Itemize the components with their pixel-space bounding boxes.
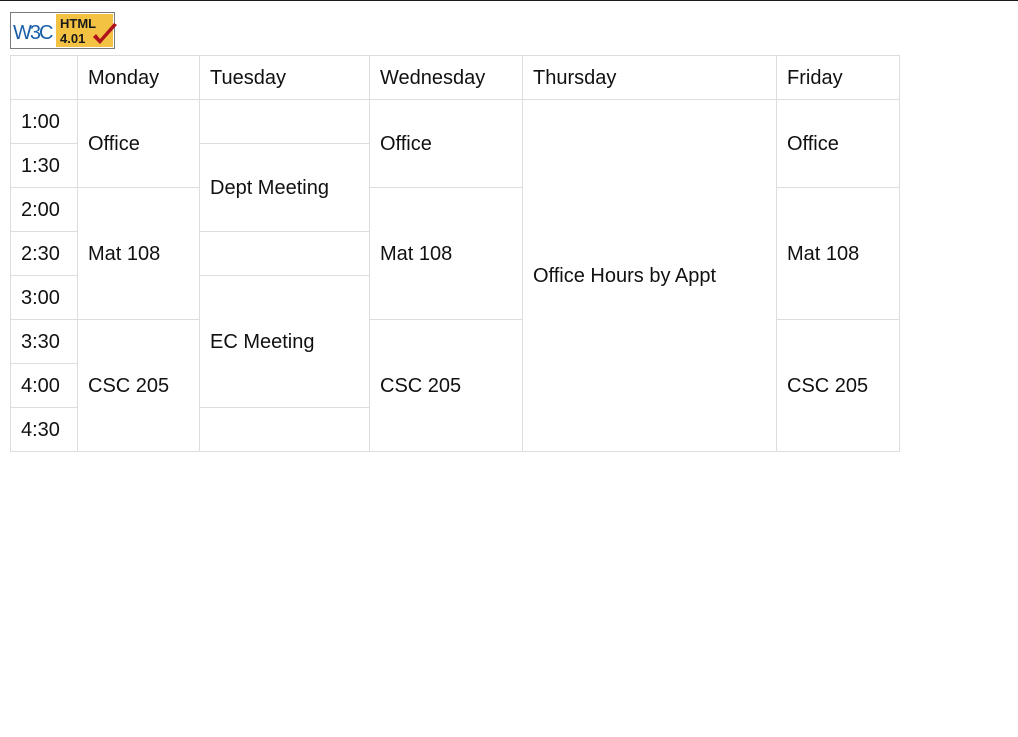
time-label: 3:30	[10, 319, 78, 364]
friday-mat108-cell: Mat 108	[776, 187, 900, 320]
weekly-schedule-table: Monday Tuesday Wednesday Thursday Friday…	[10, 55, 900, 452]
w3c-html-valid-badge[interactable]: W3C HTML 4.01	[10, 11, 120, 51]
monday-csc205-cell: CSC 205	[77, 319, 200, 452]
tuesday-empty-cell	[199, 231, 370, 276]
time-label: 3:00	[10, 275, 78, 320]
tuesday-empty-cell	[199, 99, 370, 144]
time-label: 1:00	[10, 99, 78, 144]
w3c-logo-text: W3C	[13, 22, 53, 44]
day-header-friday: Friday	[776, 55, 900, 100]
tuesday-ec-meeting-cell: EC Meeting	[199, 275, 370, 408]
corner-header-cell	[10, 55, 78, 100]
wednesday-office-cell: Office	[369, 99, 523, 188]
tuesday-empty-cell	[199, 407, 370, 452]
wednesday-csc205-cell: CSC 205	[369, 319, 523, 452]
day-header-wednesday: Wednesday	[369, 55, 523, 100]
top-border-line	[0, 0, 1018, 1]
time-label: 2:30	[10, 231, 78, 276]
header-row: Monday Tuesday Wednesday Thursday Friday	[10, 55, 900, 100]
thursday-office-hours-cell: Office Hours by Appt	[522, 99, 777, 452]
day-header-monday: Monday	[77, 55, 200, 100]
badge-version-text: 4.01	[60, 31, 85, 46]
friday-csc205-cell: CSC 205	[776, 319, 900, 452]
monday-mat108-cell: Mat 108	[77, 187, 200, 320]
friday-office-cell: Office	[776, 99, 900, 188]
time-label: 1:30	[10, 143, 78, 188]
time-row-1-00: 1:00 Office Office Office Hours by Appt …	[10, 99, 900, 452]
monday-office-cell: Office	[77, 99, 200, 188]
day-header-tuesday: Tuesday	[199, 55, 370, 100]
time-label: 2:00	[10, 187, 78, 232]
wednesday-mat108-cell: Mat 108	[369, 187, 523, 320]
badge-html-text: HTML	[60, 16, 96, 31]
day-header-thursday: Thursday	[522, 55, 777, 100]
time-label: 4:00	[10, 363, 78, 408]
time-label: 4:30	[10, 407, 78, 452]
tuesday-dept-meeting-cell: Dept Meeting	[199, 143, 370, 232]
